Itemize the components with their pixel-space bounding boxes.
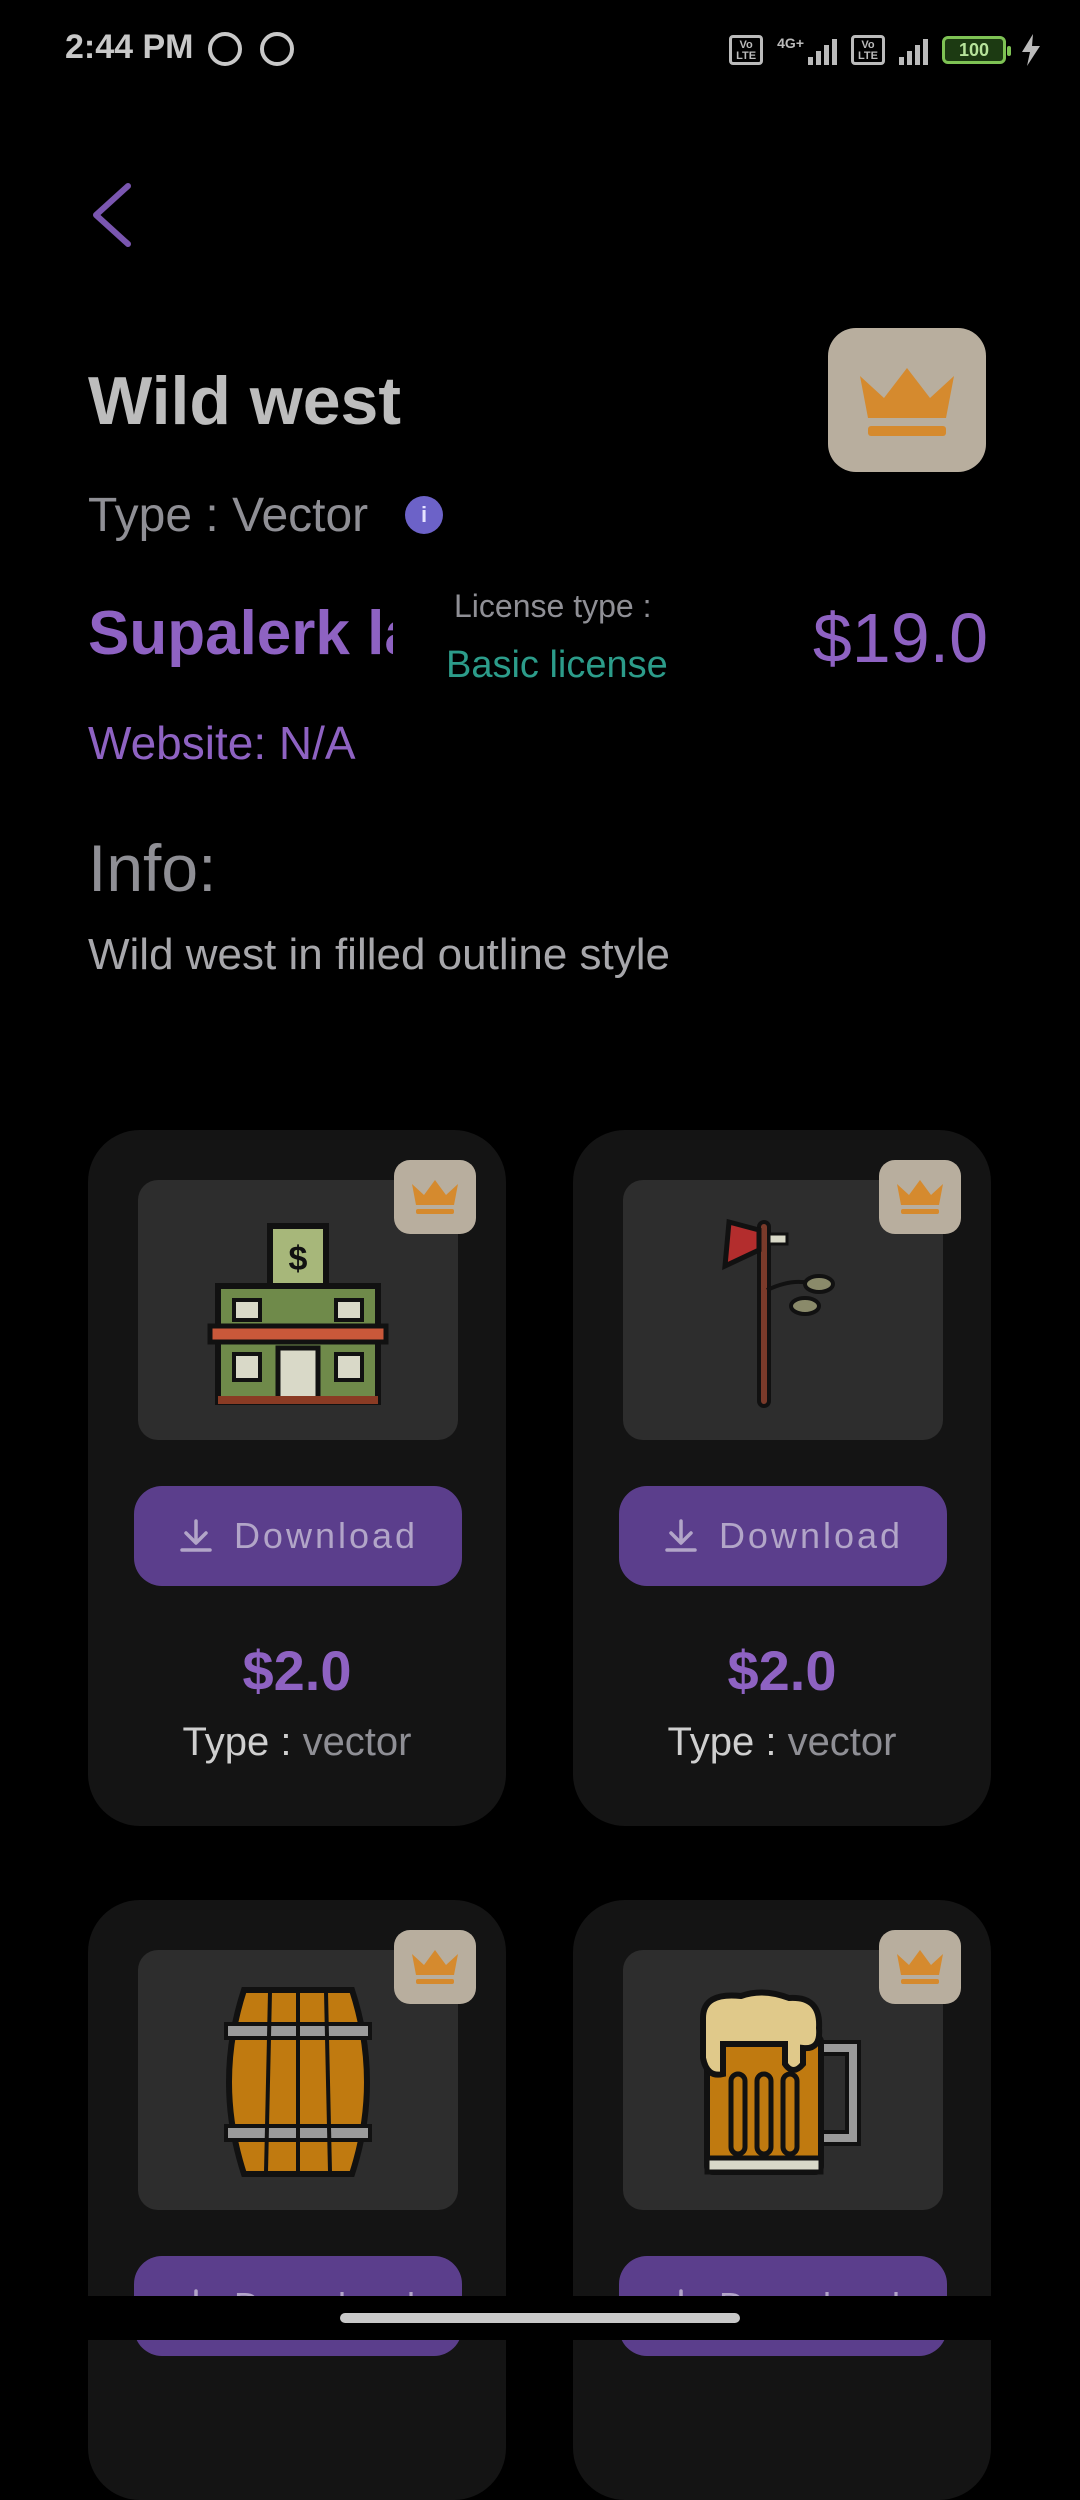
crown-icon xyxy=(412,1180,458,1214)
premium-badge xyxy=(394,1160,476,1234)
signal-icon xyxy=(899,35,928,65)
barrel-icon xyxy=(224,1987,372,2177)
type-label: Type : xyxy=(667,1720,777,1764)
beer-mug-icon xyxy=(700,1989,861,2175)
network-type: 4G+ xyxy=(777,35,804,51)
premium-badge xyxy=(394,1930,476,2004)
volte-icon: Vo LTE xyxy=(729,35,764,65)
icon-type: Type : vector xyxy=(88,1720,506,1765)
crown-icon xyxy=(412,1950,458,1984)
type-value: vector xyxy=(302,1720,412,1764)
saloon-building-icon: $ xyxy=(207,1223,389,1405)
icon-type: Type : vector xyxy=(573,1720,991,1765)
download-icon xyxy=(180,1519,212,1552)
status-time: 2:44 PM xyxy=(65,28,194,66)
tomahawk-icon xyxy=(722,1218,835,1408)
license-type-value[interactable]: Basic license xyxy=(446,644,668,687)
crown-icon xyxy=(897,1180,943,1214)
chevron-left-icon xyxy=(93,183,131,247)
author-name[interactable]: Supalerk la xyxy=(88,598,393,669)
charging-icon xyxy=(1022,34,1040,66)
status-icons-right: Vo LTE 4G+ Vo LTE 100 xyxy=(729,30,1042,70)
crown-icon xyxy=(897,1950,943,1984)
page-title: Wild west xyxy=(88,363,401,439)
data-saver-icon xyxy=(260,32,294,66)
crown-icon xyxy=(860,368,954,436)
download-label: Download xyxy=(233,1515,419,1556)
icon-card[interactable]: $ Download $2.0 Type : vector xyxy=(88,1130,506,1826)
premium-badge xyxy=(828,328,986,472)
pack-price: $19.0 xyxy=(812,599,988,677)
license-type-label: License type : xyxy=(454,588,652,624)
info-description: Wild west in filled outline style xyxy=(88,930,671,979)
sync-off-icon xyxy=(208,32,242,66)
home-indicator[interactable] xyxy=(340,2313,740,2323)
asset-type: Type : Vector xyxy=(88,489,369,542)
download-button[interactable]: Download xyxy=(134,1486,462,1586)
signal-icon xyxy=(808,35,837,65)
premium-badge xyxy=(879,1930,961,2004)
volte-icon: Vo LTE xyxy=(851,35,885,65)
back-button[interactable] xyxy=(88,180,138,250)
website-link[interactable]: Website: N/A xyxy=(88,716,356,770)
icon-price: $2.0 xyxy=(242,1639,352,1702)
type-label: Type : xyxy=(182,1720,292,1764)
icon-card[interactable]: Download xyxy=(88,1900,506,2500)
info-heading: Info: xyxy=(88,831,217,905)
icon-card[interactable]: Download $2.0 Type : vector xyxy=(573,1130,991,1826)
info-icon[interactable]: i xyxy=(405,496,443,534)
download-label: Download xyxy=(718,1515,904,1556)
battery-icon: 100 xyxy=(942,36,1011,64)
premium-badge xyxy=(879,1160,961,1234)
icon-price: $2.0 xyxy=(727,1639,837,1702)
type-value: vector xyxy=(787,1720,897,1764)
download-icon xyxy=(665,1519,697,1552)
svg-text:$: $ xyxy=(289,1240,308,1278)
download-button[interactable]: Download xyxy=(619,1486,947,1586)
icon-card[interactable]: Download xyxy=(573,1900,991,2500)
